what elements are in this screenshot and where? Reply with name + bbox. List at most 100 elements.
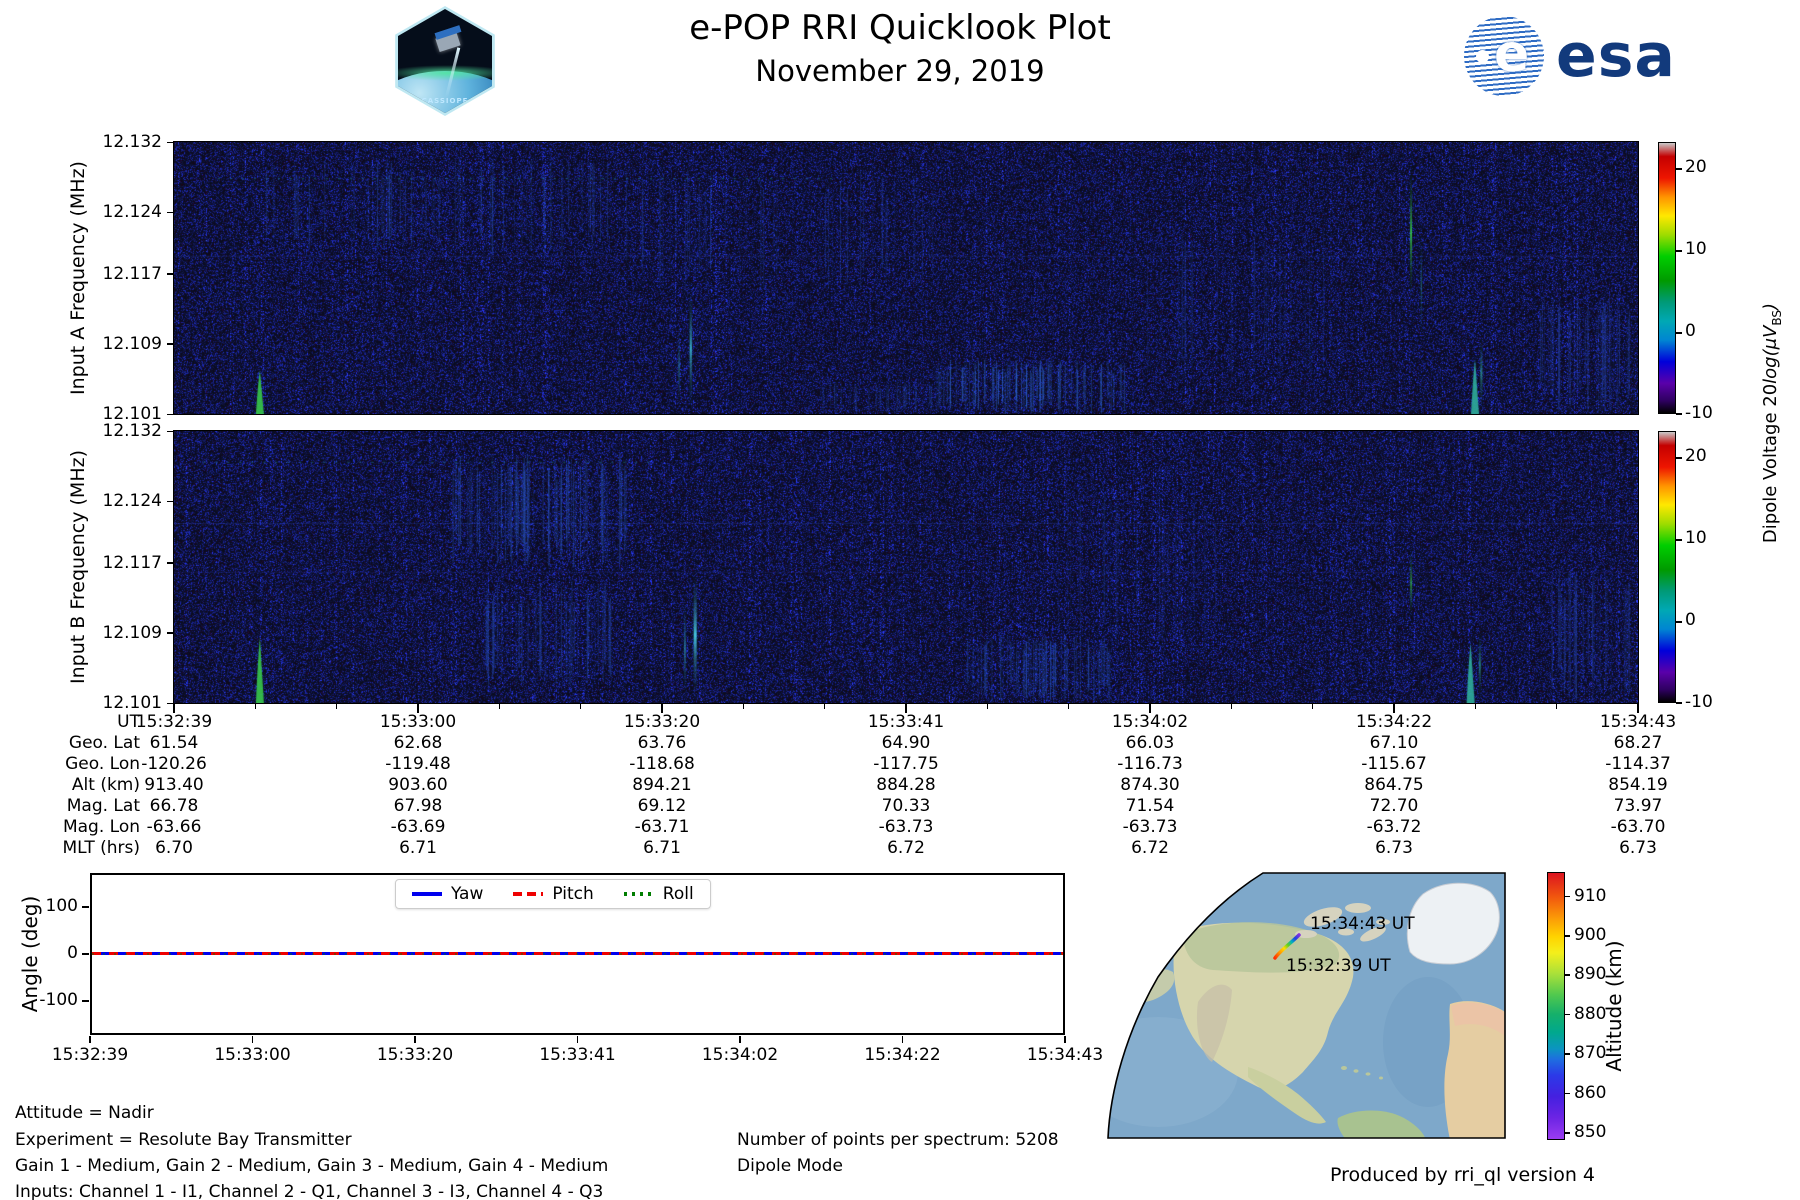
table-cell: 66.78 bbox=[149, 796, 199, 816]
alt-colorbar-tick-mark bbox=[1565, 1053, 1570, 1055]
ground-track-map bbox=[1107, 872, 1506, 1139]
table-cell: 6.72 bbox=[1131, 838, 1169, 858]
time-tick-mark bbox=[1474, 704, 1477, 709]
footer-inputs: Inputs: Channel 1 - I1, Channel 2 - Q1, … bbox=[15, 1182, 604, 1200]
table-cell: -116.73 bbox=[1117, 754, 1183, 774]
freq-tick-label: 12.109 bbox=[102, 333, 162, 354]
alt-colorbar-tick-mark bbox=[1565, 1132, 1570, 1134]
angle-time-tick-mark bbox=[901, 1036, 904, 1043]
angle-time-tick-mark bbox=[251, 1036, 254, 1043]
esa-globe-dot bbox=[1476, 50, 1489, 63]
angle-tick-mark bbox=[82, 1000, 89, 1002]
page-date: November 29, 2019 bbox=[755, 54, 1045, 88]
time-tick-mark bbox=[1230, 704, 1233, 709]
legend-dashed-line-icon bbox=[513, 892, 544, 896]
legend-item-pitch: Pitch bbox=[513, 884, 594, 904]
table-cell: 70.33 bbox=[881, 796, 931, 816]
freq-tick-mark bbox=[167, 413, 173, 415]
freq-tick-mark bbox=[167, 500, 173, 503]
table-cell: 903.60 bbox=[388, 775, 448, 795]
angle-time-tick-mark bbox=[576, 1036, 579, 1043]
alt-colorbar-tick-label: 860 bbox=[1574, 1082, 1607, 1103]
panel-a-frame bbox=[173, 141, 1639, 415]
esa-globe-icon: e bbox=[1464, 16, 1544, 96]
dipole-label-close: ) bbox=[1760, 302, 1782, 310]
x-tick-label: 15:33:41 bbox=[539, 1045, 616, 1065]
table-cell: 884.28 bbox=[876, 775, 936, 795]
legend-label: Pitch bbox=[552, 884, 594, 904]
legend-item-yaw: Yaw bbox=[412, 884, 483, 904]
table-cell: -114.37 bbox=[1605, 754, 1671, 774]
footer-mode: Dipole Mode bbox=[737, 1156, 843, 1176]
table-cell: 61.54 bbox=[149, 733, 199, 753]
x-tick-label: 15:34:22 bbox=[864, 1045, 941, 1065]
colorbar-tick-mark bbox=[1676, 332, 1682, 334]
table-cell: 72.70 bbox=[1369, 796, 1419, 816]
patch-label: CASSIOPE bbox=[421, 97, 469, 105]
freq-tick-label: 12.132 bbox=[102, 132, 162, 152]
colorbar-tick-label: 10 bbox=[1685, 528, 1707, 549]
time-tick-mark bbox=[498, 704, 501, 709]
table-cell: 66.03 bbox=[1125, 733, 1175, 753]
colorbar-tick-label: 20 bbox=[1685, 446, 1707, 467]
colorbar-tick-mark bbox=[1676, 413, 1682, 415]
table-cell: 63.76 bbox=[637, 733, 687, 753]
table-cell: 864.75 bbox=[1364, 775, 1424, 795]
table-cell: 68.27 bbox=[1613, 733, 1663, 753]
table-cell: 913.40 bbox=[144, 775, 204, 795]
angle-time-tick-mark bbox=[1064, 1036, 1066, 1043]
map-carib-1 bbox=[1341, 1066, 1347, 1070]
alt-colorbar-tick-mark bbox=[1565, 1013, 1570, 1016]
alt-colorbar-tick-label: 880 bbox=[1574, 1003, 1607, 1024]
freq-tick-label: 12.109 bbox=[102, 622, 162, 643]
x-tick-label: 15:33:00 bbox=[214, 1045, 291, 1065]
altitude-colorbar bbox=[1547, 872, 1565, 1140]
table-cell: 67.10 bbox=[1369, 733, 1419, 753]
map-carib-2 bbox=[1353, 1069, 1359, 1073]
footer-points: Number of points per spectrum: 5208 bbox=[737, 1130, 1059, 1150]
table-cell: 15:33:41 bbox=[867, 712, 945, 732]
footer-gains: Gain 1 - Medium, Gain 2 - Medium, Gain 3… bbox=[15, 1156, 609, 1176]
dipole-colorbar-b bbox=[1658, 431, 1676, 703]
time-tick-mark bbox=[1067, 704, 1070, 709]
table-cell: 6.71 bbox=[643, 838, 681, 858]
freq-tick-label: 12.124 bbox=[102, 202, 162, 223]
table-cell: -63.71 bbox=[634, 817, 690, 837]
table-cell: 73.97 bbox=[1613, 796, 1663, 816]
table-cell: 6.70 bbox=[155, 838, 193, 858]
colorbar-tick-mark bbox=[1676, 702, 1682, 704]
table-cell: 15:34:22 bbox=[1355, 712, 1433, 732]
table-cell: 874.30 bbox=[1120, 775, 1180, 795]
colorbar-tick-mark bbox=[1676, 250, 1682, 252]
alt-colorbar-tick-mark bbox=[1565, 1092, 1570, 1095]
freq-tick-label: 12.124 bbox=[102, 491, 162, 512]
alt-colorbar-tick-label: 870 bbox=[1574, 1043, 1607, 1064]
freq-tick-mark bbox=[167, 141, 173, 143]
colorbar-tick-mark bbox=[1676, 539, 1682, 541]
table-cell: 15:34:43 bbox=[1599, 712, 1677, 732]
colorbar-tick-label: 0 bbox=[1685, 610, 1696, 631]
produced-by: Produced by rri_ql version 4 bbox=[1330, 1164, 1595, 1186]
freq-tick-label: 12.101 bbox=[102, 693, 162, 713]
table-cell: 6.73 bbox=[1375, 838, 1413, 858]
track-start-label: 15:32:39 UT bbox=[1286, 956, 1391, 976]
x-tick-label: 15:32:39 bbox=[51, 1045, 129, 1065]
table-cell: 64.90 bbox=[881, 733, 931, 753]
table-cell: 6.71 bbox=[399, 838, 437, 858]
table-cell: 894.21 bbox=[632, 775, 692, 795]
roll-line bbox=[92, 953, 1063, 955]
table-cell: -63.73 bbox=[1122, 817, 1178, 837]
footer-experiment: Experiment = Resolute Bay Transmitter bbox=[15, 1130, 352, 1150]
table-cell: 15:32:39 bbox=[135, 712, 213, 732]
dipole-colorbar-a bbox=[1658, 142, 1676, 414]
legend-label: Yaw bbox=[451, 884, 484, 904]
table-cell: -118.68 bbox=[629, 754, 695, 774]
dipole-label-prefix: Dipole Voltage 20 bbox=[1760, 383, 1782, 544]
colorbar-tick-label: -10 bbox=[1685, 692, 1713, 712]
angle-tick-label: 100 bbox=[45, 896, 78, 917]
legend-solid-line-icon bbox=[412, 892, 442, 896]
x-tick-label: 15:34:43 bbox=[1026, 1045, 1104, 1065]
table-cell: -117.75 bbox=[873, 754, 939, 774]
table-cell: -63.66 bbox=[146, 817, 202, 837]
dipole-label-sub: BS bbox=[1769, 309, 1784, 326]
